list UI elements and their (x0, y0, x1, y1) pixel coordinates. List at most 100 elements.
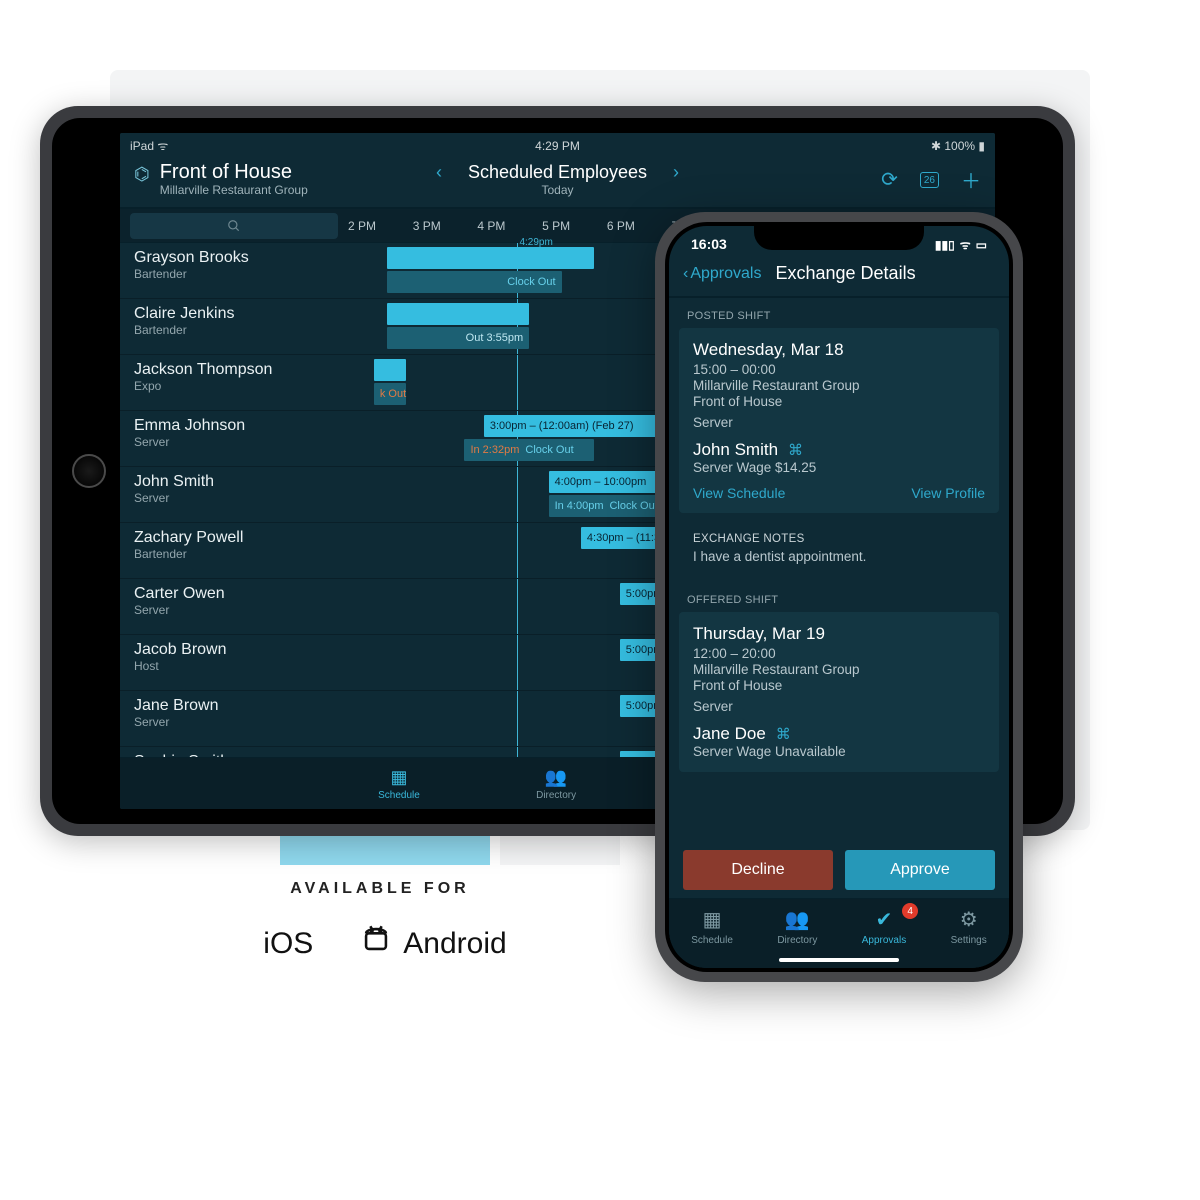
shift-bar[interactable]: In 2:32pmClock Out (464, 439, 593, 461)
approve-button[interactable]: Approve (845, 850, 995, 890)
emp-role: Server (134, 491, 334, 505)
ipad-statusbar: iPad ᯤ 4:29 PM ✱ 100% ▮ (120, 133, 995, 158)
screen-title: Exchange Details (775, 263, 915, 284)
org-subtitle: Millarville Restaurant Group (160, 183, 308, 197)
ios-label: iOS (263, 927, 313, 961)
refresh-icon[interactable]: ⟳ (881, 167, 898, 192)
iphone-screen: 16:03 ▮▮▯ ᯤ ▭ ‹ Approvals Exchange Details… (669, 226, 1009, 968)
time-col: 6 PM (607, 219, 672, 233)
time-col: 3 PM (413, 219, 478, 233)
settings-icon: ⚙ (960, 907, 978, 932)
offered-dept: Front of House (693, 678, 985, 693)
center-sub: Today (414, 183, 701, 197)
calendar-icon[interactable]: 26 (920, 172, 939, 188)
tab-directory[interactable]: 👥 Directory (536, 767, 576, 801)
shift-bar[interactable] (374, 359, 406, 381)
shift-bar[interactable] (387, 303, 529, 325)
org-tree-icon[interactable]: ⌬ (134, 164, 150, 185)
emp-role: Server (134, 435, 334, 449)
add-icon[interactable]: ＋ (961, 165, 981, 194)
offered-time: 12:00 – 20:00 (693, 646, 985, 661)
emp-name: Claire Jenkins (134, 305, 334, 323)
tab-label: Approvals (862, 935, 906, 946)
prev-day-button[interactable]: ‹ (414, 162, 464, 182)
notes-label: EXCHANGE NOTES (693, 533, 985, 545)
view-profile-link[interactable]: View Profile (911, 485, 985, 501)
offered-person: Jane Doe (693, 724, 766, 744)
time-col: 4 PM (477, 219, 542, 233)
emp-name: Jane Brown (134, 697, 334, 715)
search-input[interactable] (130, 213, 338, 239)
ipad-header: ⌬ Front of House Millarville Restaurant … (120, 158, 995, 209)
wifi-icon: ᯤ (960, 236, 971, 253)
iphone-device: 16:03 ▮▮▯ ᯤ ▭ ‹ Approvals Exchange Details… (655, 212, 1023, 982)
emp-name: Carter Owen (134, 585, 334, 603)
tab-approvals[interactable]: ✔Approvals4 (862, 907, 906, 946)
emp-role: Bartender (134, 323, 334, 337)
emp-name: Jackson Thompson (134, 361, 334, 379)
status-time: 4:29 PM (535, 139, 580, 153)
chevron-left-icon: ‹ (683, 265, 688, 283)
ph-time: 16:03 (691, 236, 727, 253)
next-day-button[interactable]: › (651, 162, 701, 182)
ipad-home-button[interactable] (72, 454, 106, 488)
action-row: Decline Approve (669, 840, 1009, 898)
android-platform: Android (359, 922, 506, 965)
chat-icon[interactable]: ⌘ (776, 725, 791, 743)
tab-schedule[interactable]: ▦ Schedule (691, 907, 733, 946)
schedule-icon: ▦ (703, 907, 722, 932)
exchange-notes: EXCHANGE NOTES I have a dentist appointm… (679, 523, 999, 568)
tab-schedule[interactable]: ▦Schedule (378, 767, 420, 801)
decline-button[interactable]: Decline (683, 850, 833, 890)
shift-bar[interactable]: Out 3:55pm (387, 327, 529, 349)
ios-platform: iOS (253, 922, 313, 965)
signal-icon: ▮▮▯ (935, 238, 955, 252)
iphone-notch (754, 222, 924, 250)
posted-org: Millarville Restaurant Group (693, 378, 985, 393)
posted-label: POSTED SHIFT (669, 298, 1009, 328)
tab-label: Directory (536, 790, 576, 801)
offered-shift-card: Thursday, Mar 19 12:00 – 20:00 Millarvil… (679, 612, 999, 772)
home-indicator[interactable] (779, 958, 899, 962)
tab-settings[interactable]: ⚙ Settings (951, 907, 987, 946)
shift-bar[interactable]: Clock Out (387, 271, 562, 293)
emp-role: Host (134, 659, 334, 673)
offered-role: Server (693, 699, 985, 714)
emp-role: Server (134, 715, 334, 729)
directory-icon: 👥 (545, 767, 567, 788)
available-label: AVAILABLE FOR (130, 880, 630, 898)
header-center: ‹ Scheduled Employees › Today (414, 162, 701, 197)
center-title: Scheduled Employees (468, 162, 647, 182)
shift-bar[interactable]: k Out (374, 383, 406, 405)
emp-name: Grayson Brooks (134, 249, 334, 267)
back-button[interactable]: ‹ Approvals (683, 265, 761, 283)
posted-time: 15:00 – 00:00 (693, 362, 985, 377)
tab-label: Settings (951, 935, 987, 946)
iphone-body[interactable]: POSTED SHIFT Wednesday, Mar 18 15:00 – 0… (669, 298, 1009, 880)
tab-directory[interactable]: 👥Directory (777, 907, 817, 946)
offered-date: Thursday, Mar 19 (693, 624, 985, 644)
iphone-header: ‹ Approvals Exchange Details (669, 255, 1009, 298)
emp-name: Emma Johnson (134, 417, 334, 435)
posted-person: John Smith (693, 440, 778, 460)
time-col: 2 PM (348, 219, 413, 233)
battery-icon: ▭ (976, 238, 987, 252)
emp-role: Server (134, 603, 334, 617)
posted-shift-card: Wednesday, Mar 18 15:00 – 00:00 Millarvi… (679, 328, 999, 513)
emp-role: Bartender (134, 547, 334, 561)
back-label: Approvals (690, 265, 761, 283)
time-col: 5 PM (542, 219, 607, 233)
tab-label: Schedule (691, 935, 733, 946)
posted-wage: Server Wage $14.25 (693, 460, 985, 475)
approvals-icon: ✔ (876, 907, 893, 932)
posted-date: Wednesday, Mar 18 (693, 340, 985, 360)
android-label: Android (403, 927, 506, 961)
emp-name: Jacob Brown (134, 641, 334, 659)
android-icon (359, 922, 393, 965)
view-schedule-link[interactable]: View Schedule (693, 485, 785, 501)
emp-role: Bartender (134, 267, 334, 281)
shift-bar[interactable] (387, 247, 594, 269)
emp-name: Zachary Powell (134, 529, 334, 547)
posted-role: Server (693, 415, 985, 430)
chat-icon[interactable]: ⌘ (788, 441, 803, 459)
